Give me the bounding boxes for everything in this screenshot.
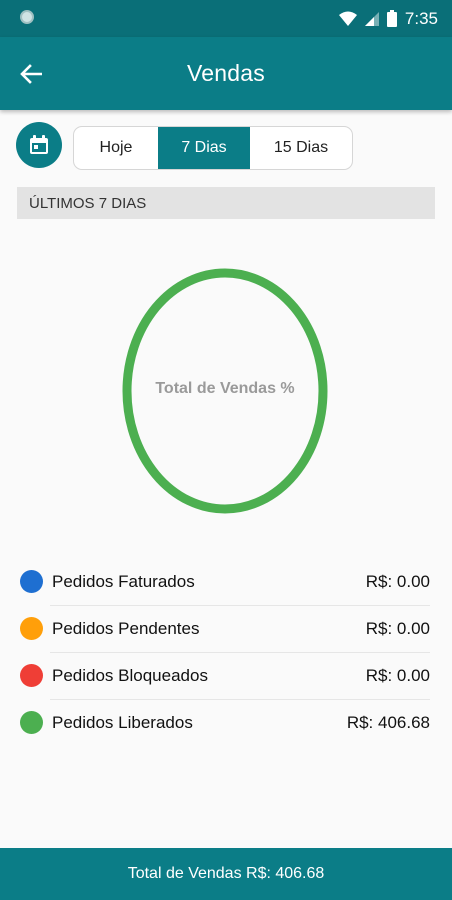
section-header: ÚLTIMOS 7 DIAS	[17, 187, 435, 219]
status-time: 7:35	[404, 8, 438, 28]
legend-value: R$: 0.00	[365, 665, 430, 685]
chart-title: Total de Vendas %	[155, 380, 295, 397]
legend-dot-liberados	[20, 711, 43, 734]
total-sales-footer: Total de Vendas R$: 406.68	[0, 848, 452, 900]
legend-dot-faturados	[20, 570, 43, 593]
app-bar: Vendas	[0, 37, 452, 110]
legend-item-liberados[interactable]: Pedidos Liberados R$: 406.68	[0, 699, 452, 746]
signal-icon	[364, 11, 379, 27]
legend-value: R$: 0.00	[365, 618, 430, 638]
battery-icon	[386, 10, 397, 27]
period-selector: Hoje 7 Dias 15 Dias	[73, 126, 353, 170]
status-bar: 7:35	[0, 0, 452, 37]
wifi-icon	[338, 11, 357, 27]
legend-list: Pedidos Faturados R$: 0.00 Pedidos Pende…	[0, 558, 452, 746]
legend-item-faturados[interactable]: Pedidos Faturados R$: 0.00	[0, 558, 452, 605]
sales-donut-chart: Total de Vendas %	[120, 266, 330, 516]
legend-label: Pedidos Faturados	[52, 571, 195, 591]
legend-item-pendentes[interactable]: Pedidos Pendentes R$: 0.00	[0, 605, 452, 652]
legend-label: Pedidos Bloqueados	[52, 665, 208, 685]
legend-dot-bloqueados	[20, 664, 43, 687]
legend-value: R$: 406.68	[346, 712, 430, 732]
status-left	[20, 9, 34, 29]
status-right: 7:35	[338, 8, 438, 29]
legend-dot-pendentes	[20, 617, 43, 640]
page-title: Vendas	[187, 60, 265, 86]
calendar-button[interactable]	[16, 122, 62, 168]
period-option-15-dias[interactable]: 15 Dias	[250, 127, 352, 169]
legend-label: Pedidos Liberados	[52, 712, 193, 732]
screen: 7:35 Vendas Hoje 7 Dias 15 Dias ÚLTIMOS …	[0, 0, 452, 900]
filter-row: Hoje 7 Dias 15 Dias	[0, 110, 452, 182]
calendar-icon	[30, 135, 48, 154]
period-option-7-dias[interactable]: 7 Dias	[158, 127, 250, 169]
legend-item-bloqueados[interactable]: Pedidos Bloqueados R$: 0.00	[0, 652, 452, 699]
notification-dot-icon	[20, 9, 34, 24]
legend-value: R$: 0.00	[365, 571, 430, 591]
period-option-hoje[interactable]: Hoje	[74, 127, 158, 169]
legend-label: Pedidos Pendentes	[52, 618, 200, 638]
